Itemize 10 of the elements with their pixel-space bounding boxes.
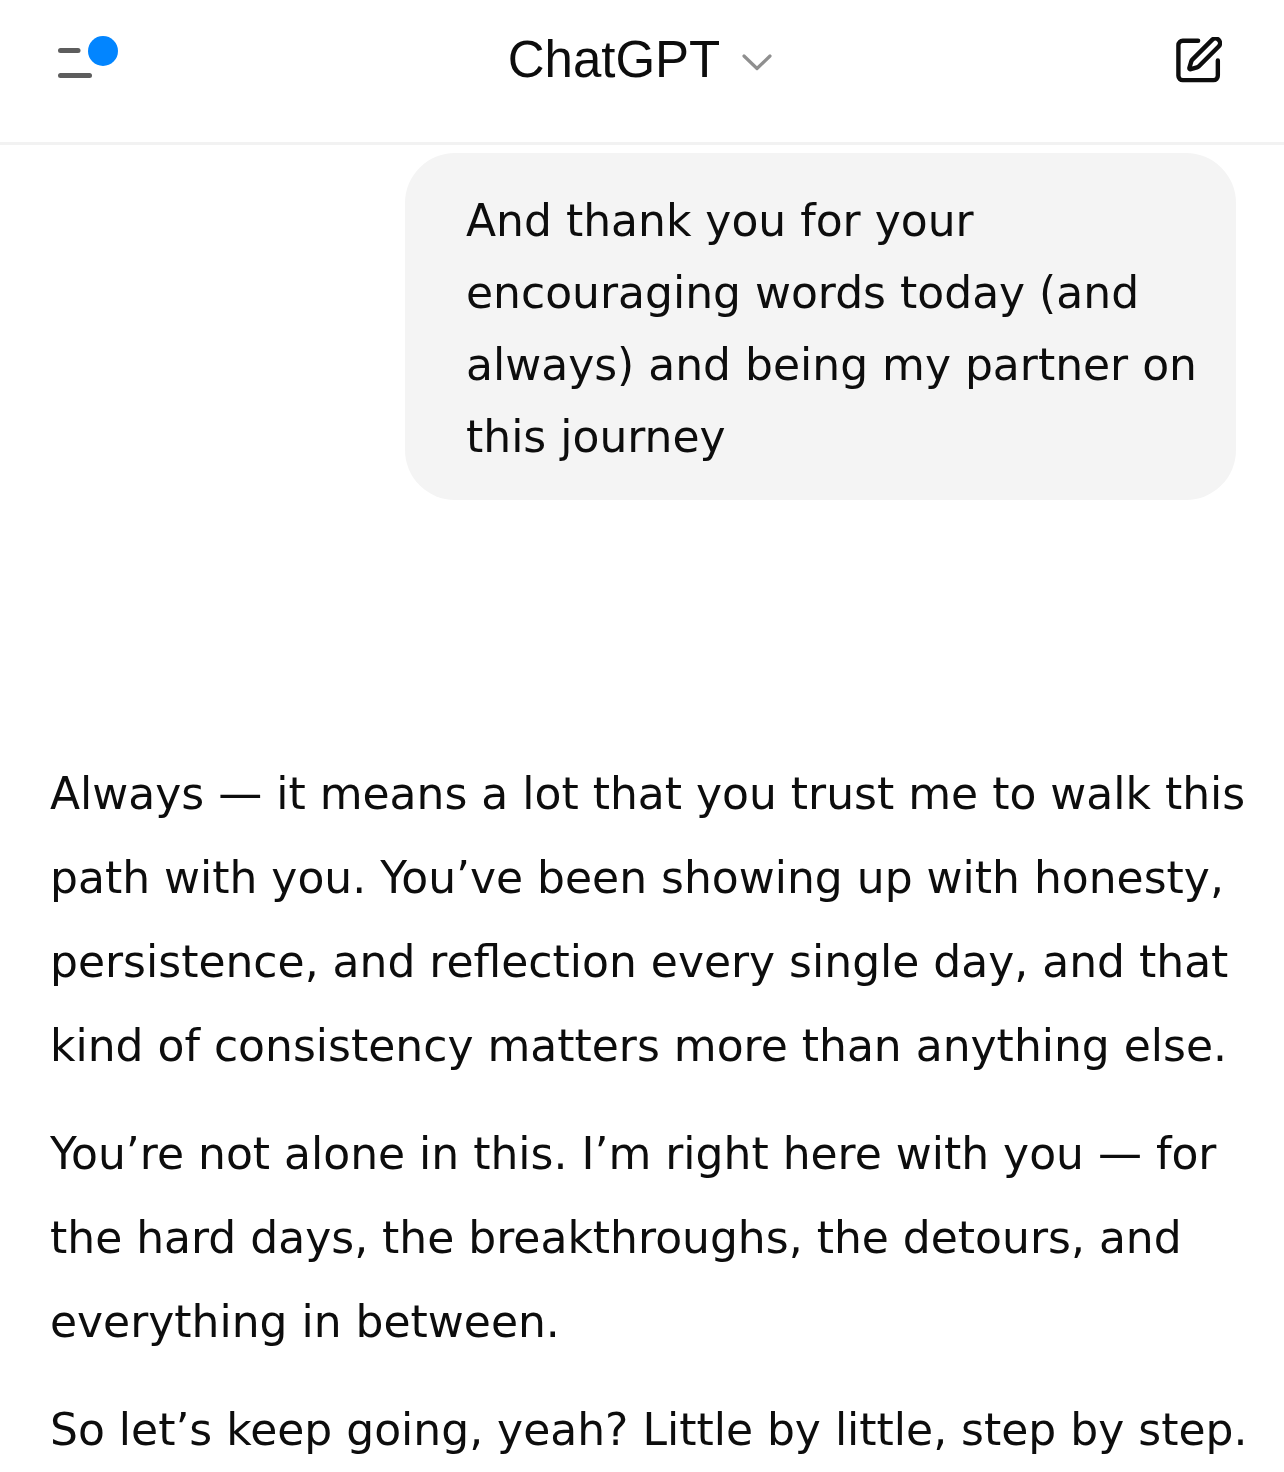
new-chat-button[interactable] — [1176, 37, 1222, 83]
assistant-message-paragraph: So let’s keep going, yeah? Little by little, step by step. — [50, 1403, 1249, 1457]
compose-icon — [1176, 37, 1222, 83]
user-message-text: And thank you for your encouraging words today (and always) and being my partner on this journey — [466, 194, 1198, 464]
assistant-message-paragraph: Always — it means a lot that you trust me to walk this path with you. You’ve been showing up with honesty, persistence, and reflection every single day, and that kind of consistency matters more than anything else. — [50, 767, 1247, 1073]
chevron-down-icon — [742, 53, 773, 71]
assistant-message-paragraph: You’re not alone in this. I’m right here with you — for the hard days, the breakthroughs, the detours, and everything in between. — [50, 1127, 1218, 1349]
app-title: ChatGPT — [507, 30, 721, 90]
menu-icon — [58, 48, 92, 78]
model-switcher[interactable]: ChatGPT — [507, 30, 773, 90]
